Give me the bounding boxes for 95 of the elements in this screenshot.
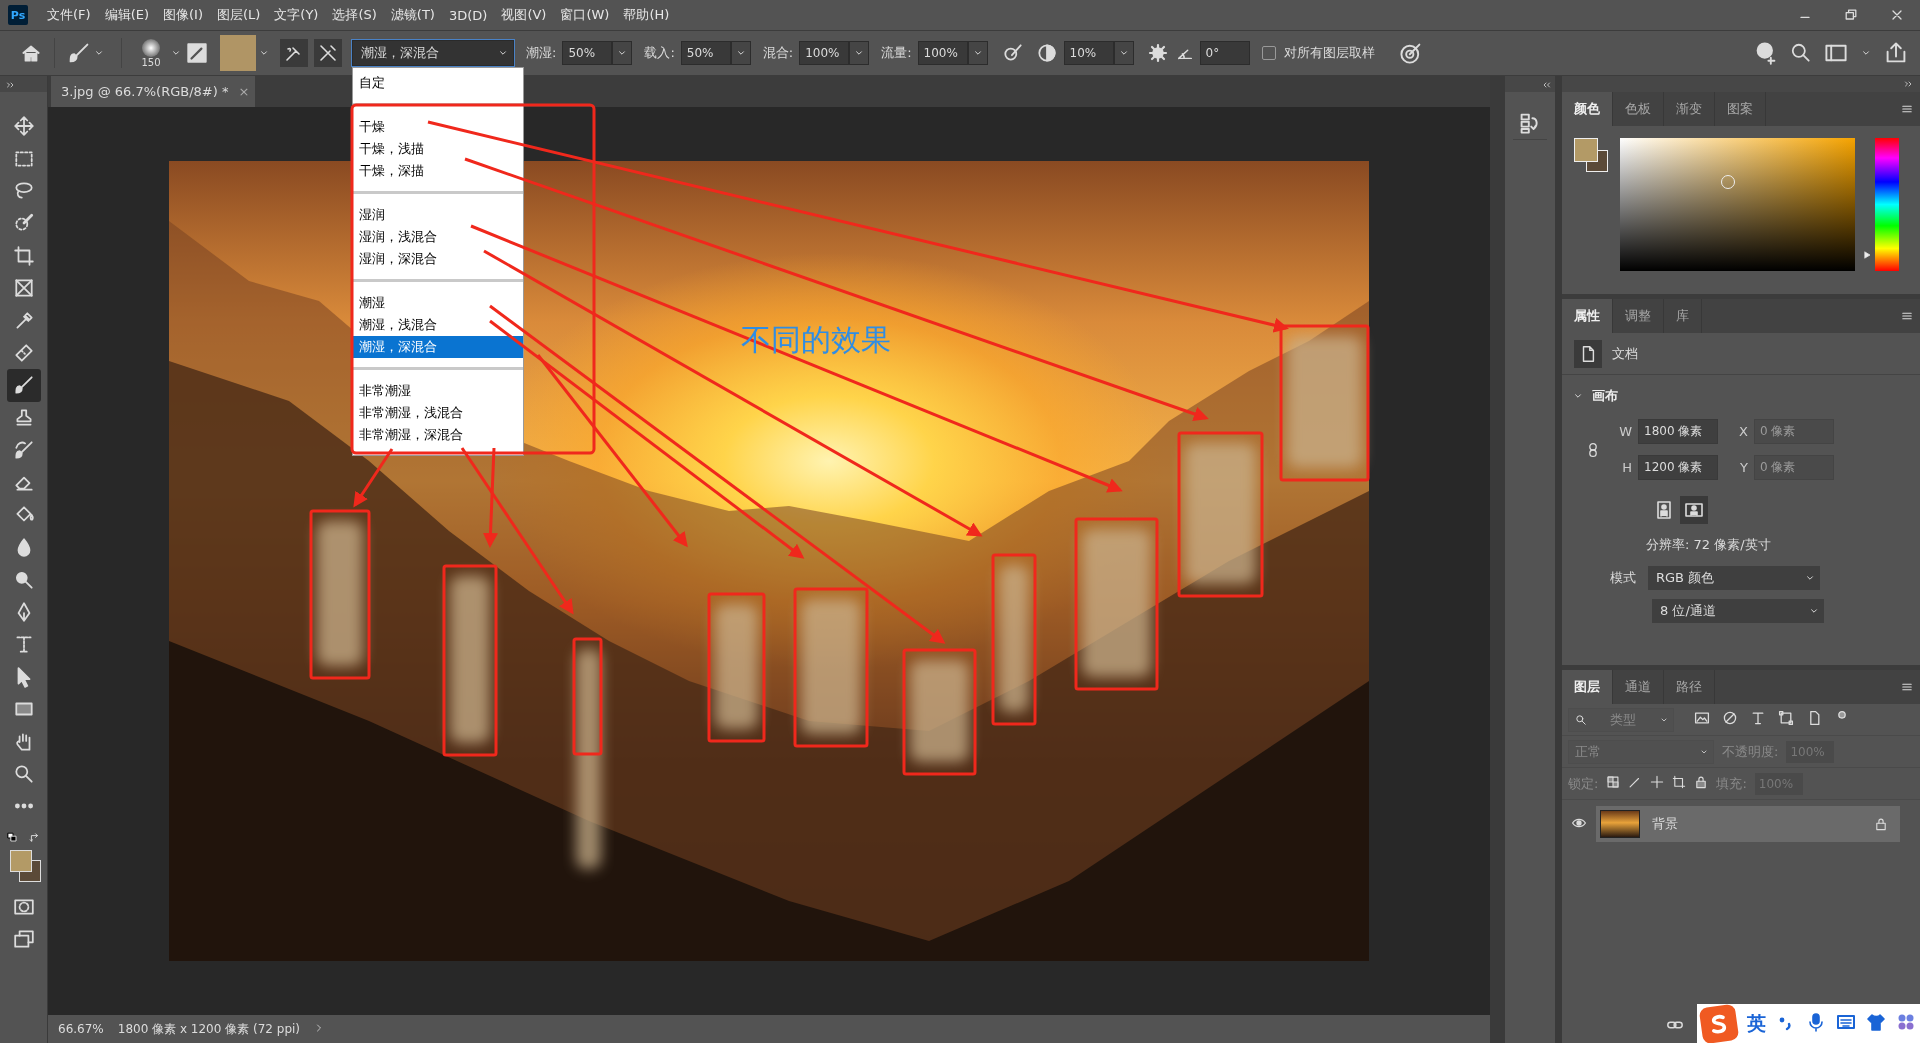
menu-item[interactable]: 窗口(W) xyxy=(553,6,617,24)
half-circle-icon[interactable] xyxy=(1035,42,1058,64)
panel-tab[interactable]: 渐变 xyxy=(1664,92,1715,126)
menu-item[interactable]: 选择(S) xyxy=(325,6,384,24)
ime-logo-icon[interactable] xyxy=(1698,1003,1740,1043)
panel-tab[interactable]: 图案 xyxy=(1715,92,1766,126)
brush-settings-icon[interactable] xyxy=(186,42,208,64)
field-label: W xyxy=(1618,424,1633,439)
hue-slider[interactable] xyxy=(1863,138,1899,271)
preset-dropdown[interactable]: 潮湿，深混合 xyxy=(352,40,514,66)
menu-option[interactable]: 非常潮湿 xyxy=(353,380,523,402)
search-icon xyxy=(1575,713,1587,726)
value-field[interactable]: 50% xyxy=(562,41,613,65)
panel-tab[interactable]: 调整 xyxy=(1613,299,1664,333)
search-icon[interactable] xyxy=(1790,42,1812,64)
landscape-icon[interactable] xyxy=(1680,496,1708,524)
checkbox[interactable] xyxy=(1261,46,1276,60)
lock-icon[interactable] xyxy=(1874,817,1888,831)
brush-icon[interactable] xyxy=(6,369,41,402)
field-label: 潮湿: xyxy=(526,44,557,62)
share-icon[interactable] xyxy=(1884,41,1908,65)
brush-load-icon[interactable] xyxy=(280,39,308,67)
menu-item[interactable]: 文字(Y) xyxy=(267,6,326,24)
screen-mode-icon[interactable] xyxy=(12,927,35,950)
checkbox-label: 对所有图层取样 xyxy=(1283,44,1375,62)
value-field: 0 像素 xyxy=(1754,455,1834,480)
color-swatch[interactable] xyxy=(220,35,256,71)
slider-thumb[interactable] xyxy=(1863,250,1873,261)
menu-option[interactable]: 潮湿，浅混合 xyxy=(353,314,523,336)
menu-option[interactable]: 湿润 xyxy=(353,204,523,226)
close-tab-button[interactable]: × xyxy=(238,84,250,99)
panel-tab[interactable]: 属性 xyxy=(1562,299,1613,333)
annotation-arrow xyxy=(353,448,394,508)
value-field[interactable]: 1800 像素 xyxy=(1638,419,1718,444)
menu-item[interactable]: 编辑(E) xyxy=(97,6,156,24)
zoom-level: 66.67% xyxy=(58,1022,104,1036)
panel-tab[interactable]: 色板 xyxy=(1613,92,1664,126)
brush-picker[interactable]: 150 xyxy=(134,38,168,68)
field-label: 流量: xyxy=(881,44,912,62)
field-label: X xyxy=(1738,424,1749,439)
app-logo: Ps xyxy=(8,5,28,25)
menu-option[interactable]: 潮湿 xyxy=(353,292,523,314)
menu-option[interactable]: 非常潮湿，深混合 xyxy=(353,424,523,446)
document-title: 3.jpg @ 66.7%(RGB/8#) * xyxy=(61,84,229,99)
panel-heading: 文档 xyxy=(1612,344,1638,363)
layer-row[interactable]: 背景 xyxy=(1596,806,1900,842)
value-field[interactable]: 100% xyxy=(917,41,968,65)
panel-tab[interactable]: 路径 xyxy=(1664,670,1715,704)
field-label: H xyxy=(1621,460,1633,475)
color-picker-field[interactable] xyxy=(1620,138,1855,271)
menu-item[interactable]: 图像(I) xyxy=(156,6,210,24)
panel-tab[interactable]: 通道 xyxy=(1613,670,1664,704)
layer-thumbnail xyxy=(1600,810,1640,838)
menu-option[interactable]: 湿润，浅混合 xyxy=(353,226,523,248)
panel-tab[interactable]: 库 xyxy=(1664,299,1702,333)
menu-option[interactable]: 干燥，浅描 xyxy=(353,138,523,160)
field-label: Y xyxy=(1739,460,1749,475)
menu-option[interactable]: 湿润，深混合 xyxy=(353,248,523,270)
menu-item[interactable]: 帮助(H) xyxy=(616,6,677,24)
menu-item[interactable]: 文件(F) xyxy=(40,6,98,24)
brush-crossed-icon[interactable] xyxy=(314,39,342,67)
value-field[interactable]: 1200 像素 xyxy=(1638,455,1718,480)
ime-mode[interactable]: 英 xyxy=(1747,1010,1766,1037)
document-icon xyxy=(1574,339,1602,368)
layer-name: 背景 xyxy=(1652,815,1678,833)
target-icon[interactable] xyxy=(1398,41,1423,65)
color-swatches[interactable] xyxy=(1574,138,1606,170)
menu-option[interactable]: 干燥 xyxy=(353,116,523,138)
document-tab[interactable]: 3.jpg @ 66.7%(RGB/8#) * × xyxy=(51,76,255,107)
field-label: 载入: xyxy=(644,44,675,62)
value-field[interactable]: 0° xyxy=(1199,41,1250,65)
account-icon[interactable] xyxy=(1754,41,1778,65)
field-label: 混合: xyxy=(762,44,794,62)
menu-option[interactable]: 自定 xyxy=(353,72,523,94)
value-field: 0 像素 xyxy=(1754,419,1834,444)
menu-item[interactable]: 3D(D) xyxy=(441,7,495,23)
menu-item[interactable]: 图层(L) xyxy=(209,6,268,24)
menu-item[interactable]: 滤镜(T) xyxy=(383,6,442,24)
document-info: 1800 像素 x 1200 像素 (72 ppi) xyxy=(117,1020,301,1038)
menu-option[interactable]: 潮湿，深混合 xyxy=(353,336,523,358)
panel-tab[interactable]: 颜色 xyxy=(1562,92,1613,126)
menu-item[interactable]: 视图(V) xyxy=(494,6,554,24)
field-label: 模式 xyxy=(1610,569,1636,587)
bit-depth-dropdown[interactable]: 8 位/通道 xyxy=(1652,599,1824,623)
brush-icon[interactable] xyxy=(67,41,91,65)
menu-option[interactable]: 非常潮湿，浅混合 xyxy=(353,402,523,424)
menu-option[interactable]: 干燥，深描 xyxy=(353,160,523,182)
settings-icon[interactable] xyxy=(1147,43,1168,63)
mode-dropdown[interactable]: RGB 颜色 xyxy=(1648,566,1820,590)
value-field[interactable]: 50% xyxy=(680,41,731,65)
resolution-text: 分辨率: 72 像素/英寸 xyxy=(1646,536,1772,554)
panel-tab[interactable]: 图层 xyxy=(1562,670,1613,704)
value-field[interactable]: 10% xyxy=(1063,41,1114,65)
section-header[interactable]: 画布 xyxy=(1562,375,1920,405)
value-field[interactable]: 100% xyxy=(799,41,850,65)
